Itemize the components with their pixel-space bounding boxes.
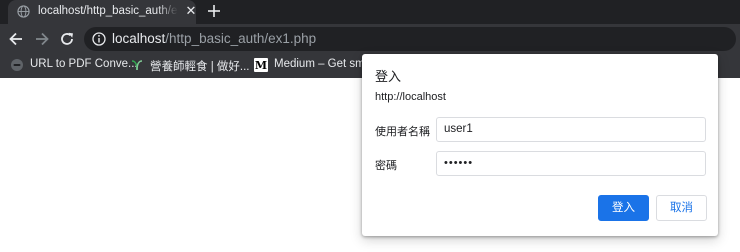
tab-title: localhost/http_basic_auth/ex1. xyxy=(38,5,178,17)
info-icon[interactable] xyxy=(92,32,106,46)
bookmark-nutrition[interactable]: 營養師輕食 | 做好... xyxy=(130,57,249,73)
globe-icon xyxy=(17,5,30,18)
link-icon xyxy=(11,59,23,71)
medium-icon: M xyxy=(254,58,268,72)
url-text[interactable]: localhost/http_basic_auth/ex1.php xyxy=(112,31,316,47)
toolbar: localhost/http_basic_auth/ex1.php xyxy=(0,24,740,52)
bookmark-label: URL to PDF Conve... xyxy=(30,58,138,70)
tab-active[interactable]: localhost/http_basic_auth/ex1. ✕ xyxy=(8,0,196,24)
bookmark-label: 營養師輕食 | 做好... xyxy=(150,61,250,73)
tab-strip: localhost/http_basic_auth/ex1. ✕ xyxy=(0,0,740,24)
bookmark-medium[interactable]: M Medium – Get sm... xyxy=(254,57,374,73)
back-arrow-icon[interactable] xyxy=(8,31,24,47)
close-icon[interactable]: ✕ xyxy=(184,5,198,19)
bookmark-url-to-pdf[interactable]: URL to PDF Conve... xyxy=(10,57,138,73)
plus-icon[interactable] xyxy=(206,3,222,19)
password-field[interactable]: •••••• xyxy=(436,151,706,176)
cancel-button[interactable]: 取消 xyxy=(656,195,707,221)
bookmark-label: Medium – Get sm... xyxy=(274,58,375,70)
svg-text:M: M xyxy=(255,59,267,72)
username-label: 使用者名稱 xyxy=(375,126,430,138)
url-path: /http_basic_auth/ex1.php xyxy=(165,31,317,46)
leaf-icon xyxy=(131,60,143,71)
dialog-title: 登入 xyxy=(375,69,402,84)
sign-in-button[interactable]: 登入 xyxy=(598,195,649,221)
sign-in-dialog: 登入 http://localhost 使用者名稱 user1 密碼 •••••… xyxy=(362,54,718,236)
username-field[interactable]: user1 xyxy=(436,117,706,142)
password-label: 密碼 xyxy=(375,160,397,172)
forward-arrow-icon[interactable] xyxy=(34,31,50,47)
address-bar[interactable]: localhost/http_basic_auth/ex1.php xyxy=(84,27,736,51)
reload-icon[interactable] xyxy=(59,31,75,47)
url-host: localhost xyxy=(112,31,166,46)
dialog-origin: http://localhost xyxy=(375,91,446,103)
browser-window: localhost/http_basic_auth/ex1. ✕ localho… xyxy=(0,0,740,252)
